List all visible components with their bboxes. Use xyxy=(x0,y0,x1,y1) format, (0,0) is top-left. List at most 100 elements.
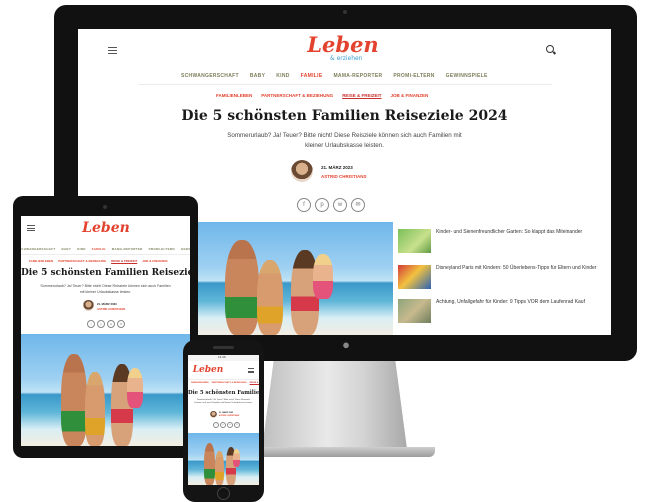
teaser-thumbnail xyxy=(398,229,431,253)
camera-dot xyxy=(343,10,347,14)
pinterest-icon[interactable]: p xyxy=(97,320,105,328)
status-bar: 12:49 xyxy=(188,355,259,361)
teaser-item[interactable]: Disneyland Paris mit Kindern: 50 Überleb… xyxy=(398,265,608,289)
nav-item[interactable]: PROMI-ELTERN xyxy=(149,247,175,251)
whatsapp-icon[interactable]: w xyxy=(227,422,233,428)
home-button[interactable] xyxy=(217,487,230,500)
person-boy xyxy=(215,451,224,485)
subnav-item[interactable]: PARTNERSCHAFT & BEZIEHUNG xyxy=(212,382,247,384)
nav-item[interactable]: PROMI-ELTERN xyxy=(393,73,434,79)
phone-screen: 12:49 Leben FAMILIENLEBEN PARTNERSCHAFT &… xyxy=(188,355,259,485)
person-boy xyxy=(85,372,105,446)
article-date: 21. MÄRZ 2023 xyxy=(219,412,234,414)
monitor-stand-base xyxy=(235,447,435,457)
nav-divider xyxy=(188,379,259,380)
pinterest-icon[interactable]: p xyxy=(220,422,226,428)
article-title: Die 5 schönsten Familien xyxy=(188,390,259,396)
site-logo[interactable]: Leben xyxy=(188,365,228,375)
hamburger-menu-icon[interactable] xyxy=(248,368,254,373)
teaser-item[interactable]: Achtung, Unfallgefahr für Kinder: 9 Tipp… xyxy=(398,299,608,323)
article-author[interactable]: ASTRID CHRISTIANS xyxy=(321,174,367,179)
author-avatar xyxy=(291,160,313,182)
subnav-item[interactable]: REISE & FREIZEIT xyxy=(342,93,381,98)
nav-item[interactable]: KIND xyxy=(276,73,289,79)
article-title: Die 5 schönsten Familien Reiseziele 2024 xyxy=(21,268,190,278)
subnav-item[interactable]: FAMILIENLEBEN xyxy=(29,259,53,263)
subnav-item[interactable]: JOB & FINANZEN xyxy=(390,93,428,98)
whatsapp-icon[interactable]: w xyxy=(107,320,115,328)
person-father xyxy=(225,240,259,335)
main-nav: SCHWANGERSCHAFT BABY KIND FAMILIE MAMA-REPOR… xyxy=(181,73,488,79)
phone-device: 12:49 Leben FAMILIENLEBEN PARTNERSCHAFT &… xyxy=(183,340,264,502)
article-lead: Sommerurlaub? Ja! Teuer? Bitte nicht! Di… xyxy=(40,284,171,294)
tablet-device: Leben SCHWANGERSCHAFT BABY KIND FAMILIE MAMA… xyxy=(13,196,198,458)
email-icon[interactable]: ✉ xyxy=(117,320,125,328)
teaser-text: Disneyland Paris mit Kindern: 50 Überleb… xyxy=(436,265,597,271)
person-girl xyxy=(127,368,143,408)
nav-item[interactable]: MAMA-REPORTER xyxy=(333,73,382,79)
nav-item[interactable]: MAMA-REPORTER xyxy=(112,247,143,251)
author-avatar xyxy=(210,411,217,418)
email-icon[interactable]: ✉ xyxy=(234,422,240,428)
author-avatar xyxy=(83,300,94,311)
tablet-screen: Leben SCHWANGERSCHAFT BABY KIND FAMILIE MAMA… xyxy=(21,216,190,446)
subnav-item[interactable]: PARTNERSCHAFT & BEZIEHUNG xyxy=(261,93,333,98)
hero-image xyxy=(195,222,393,335)
nav-item[interactable]: GEWINNSPIELE xyxy=(446,73,488,79)
nav-item[interactable]: BABY xyxy=(62,247,72,251)
subnav-item[interactable]: PARTNERSCHAFT & BEZIEHUNG xyxy=(58,259,106,263)
facebook-icon[interactable]: f xyxy=(87,320,95,328)
teaser-text: Achtung, Unfallgefahr für Kinder: 9 Tipp… xyxy=(436,299,585,305)
subnav-item[interactable]: FAMILIENLEBEN xyxy=(216,93,252,98)
article-lead: Sommerurlaub? Ja! Teuer? Bitte nicht! Di… xyxy=(194,399,253,405)
camera-dot xyxy=(103,205,107,209)
subnav-item[interactable]: FAMILIENLEBEN xyxy=(191,382,209,384)
sub-nav: FAMILIENLEBEN PARTNERSCHAFT & BEZIEHUNG RE… xyxy=(29,259,167,263)
nav-item[interactable]: KIND xyxy=(77,247,86,251)
person-girl xyxy=(313,254,333,299)
hero-image xyxy=(188,433,259,485)
phone-speaker xyxy=(213,346,234,349)
sub-nav: FAMILIENLEBEN PARTNERSCHAFT & BEZIEHUNG RE… xyxy=(191,382,259,384)
site-logo-sub: & erziehen xyxy=(330,55,363,62)
subnav-item[interactable]: REISE & FREIZEIT xyxy=(250,382,259,384)
hamburger-menu-icon[interactable] xyxy=(108,47,117,54)
person-father xyxy=(204,443,215,485)
teaser-item[interactable]: Kinder- und Sienenfreundlicher Garten: S… xyxy=(398,229,608,253)
email-icon[interactable]: ✉ xyxy=(351,198,365,212)
nav-divider xyxy=(138,84,552,85)
share-buttons: f p w ✉ xyxy=(213,422,240,428)
nav-item[interactable]: GEWINNSPIELE xyxy=(181,247,190,251)
sub-nav: FAMILIENLEBEN PARTNERSCHAFT & BEZIEHUNG RE… xyxy=(216,93,428,98)
hero-image xyxy=(21,334,190,446)
whatsapp-icon[interactable]: w xyxy=(333,198,347,212)
article-date: 21. MÄRZ 2023 xyxy=(97,302,117,306)
share-buttons: f p w ✉ xyxy=(297,198,365,212)
person-father xyxy=(61,354,87,446)
nav-item[interactable]: SCHWANGERSCHAFT xyxy=(21,247,56,251)
main-nav: SCHWANGERSCHAFT BABY KIND FAMILIE MAMA-REPOR… xyxy=(21,247,190,251)
person-girl xyxy=(233,449,240,467)
nav-item[interactable]: SCHWANGERSCHAFT xyxy=(181,73,239,79)
search-icon-handle xyxy=(552,51,557,55)
pinterest-icon[interactable]: p xyxy=(315,198,329,212)
subnav-item[interactable]: JOB & FINANZEN xyxy=(142,259,167,263)
nav-item[interactable]: FAMILIE xyxy=(301,73,323,79)
site-logo[interactable]: Leben xyxy=(303,33,383,57)
person-boy xyxy=(257,260,283,335)
nav-item[interactable]: BABY xyxy=(250,73,265,79)
status-time: 12:49 xyxy=(218,355,226,359)
article-author[interactable]: ASTRID CHRISTIANS xyxy=(219,415,239,417)
facebook-icon[interactable]: f xyxy=(297,198,311,212)
article-date: 21. MÄRZ 2023 xyxy=(321,165,353,170)
subnav-item[interactable]: REISE & FREIZEIT xyxy=(111,259,137,263)
site-logo[interactable]: Leben xyxy=(76,220,136,236)
teaser-text: Kinder- und Sienenfreundlicher Garten: S… xyxy=(436,229,583,235)
hamburger-menu-icon[interactable] xyxy=(27,225,35,231)
article-author[interactable]: ASTRID CHRISTIANS xyxy=(97,307,125,311)
article-title: Die 5 schönsten Familien Reiseziele 2024 xyxy=(181,108,508,124)
facebook-icon[interactable]: f xyxy=(213,422,219,428)
nav-divider xyxy=(21,254,190,255)
nav-item[interactable]: FAMILIE xyxy=(92,247,106,251)
monitor-stand xyxy=(262,361,407,449)
